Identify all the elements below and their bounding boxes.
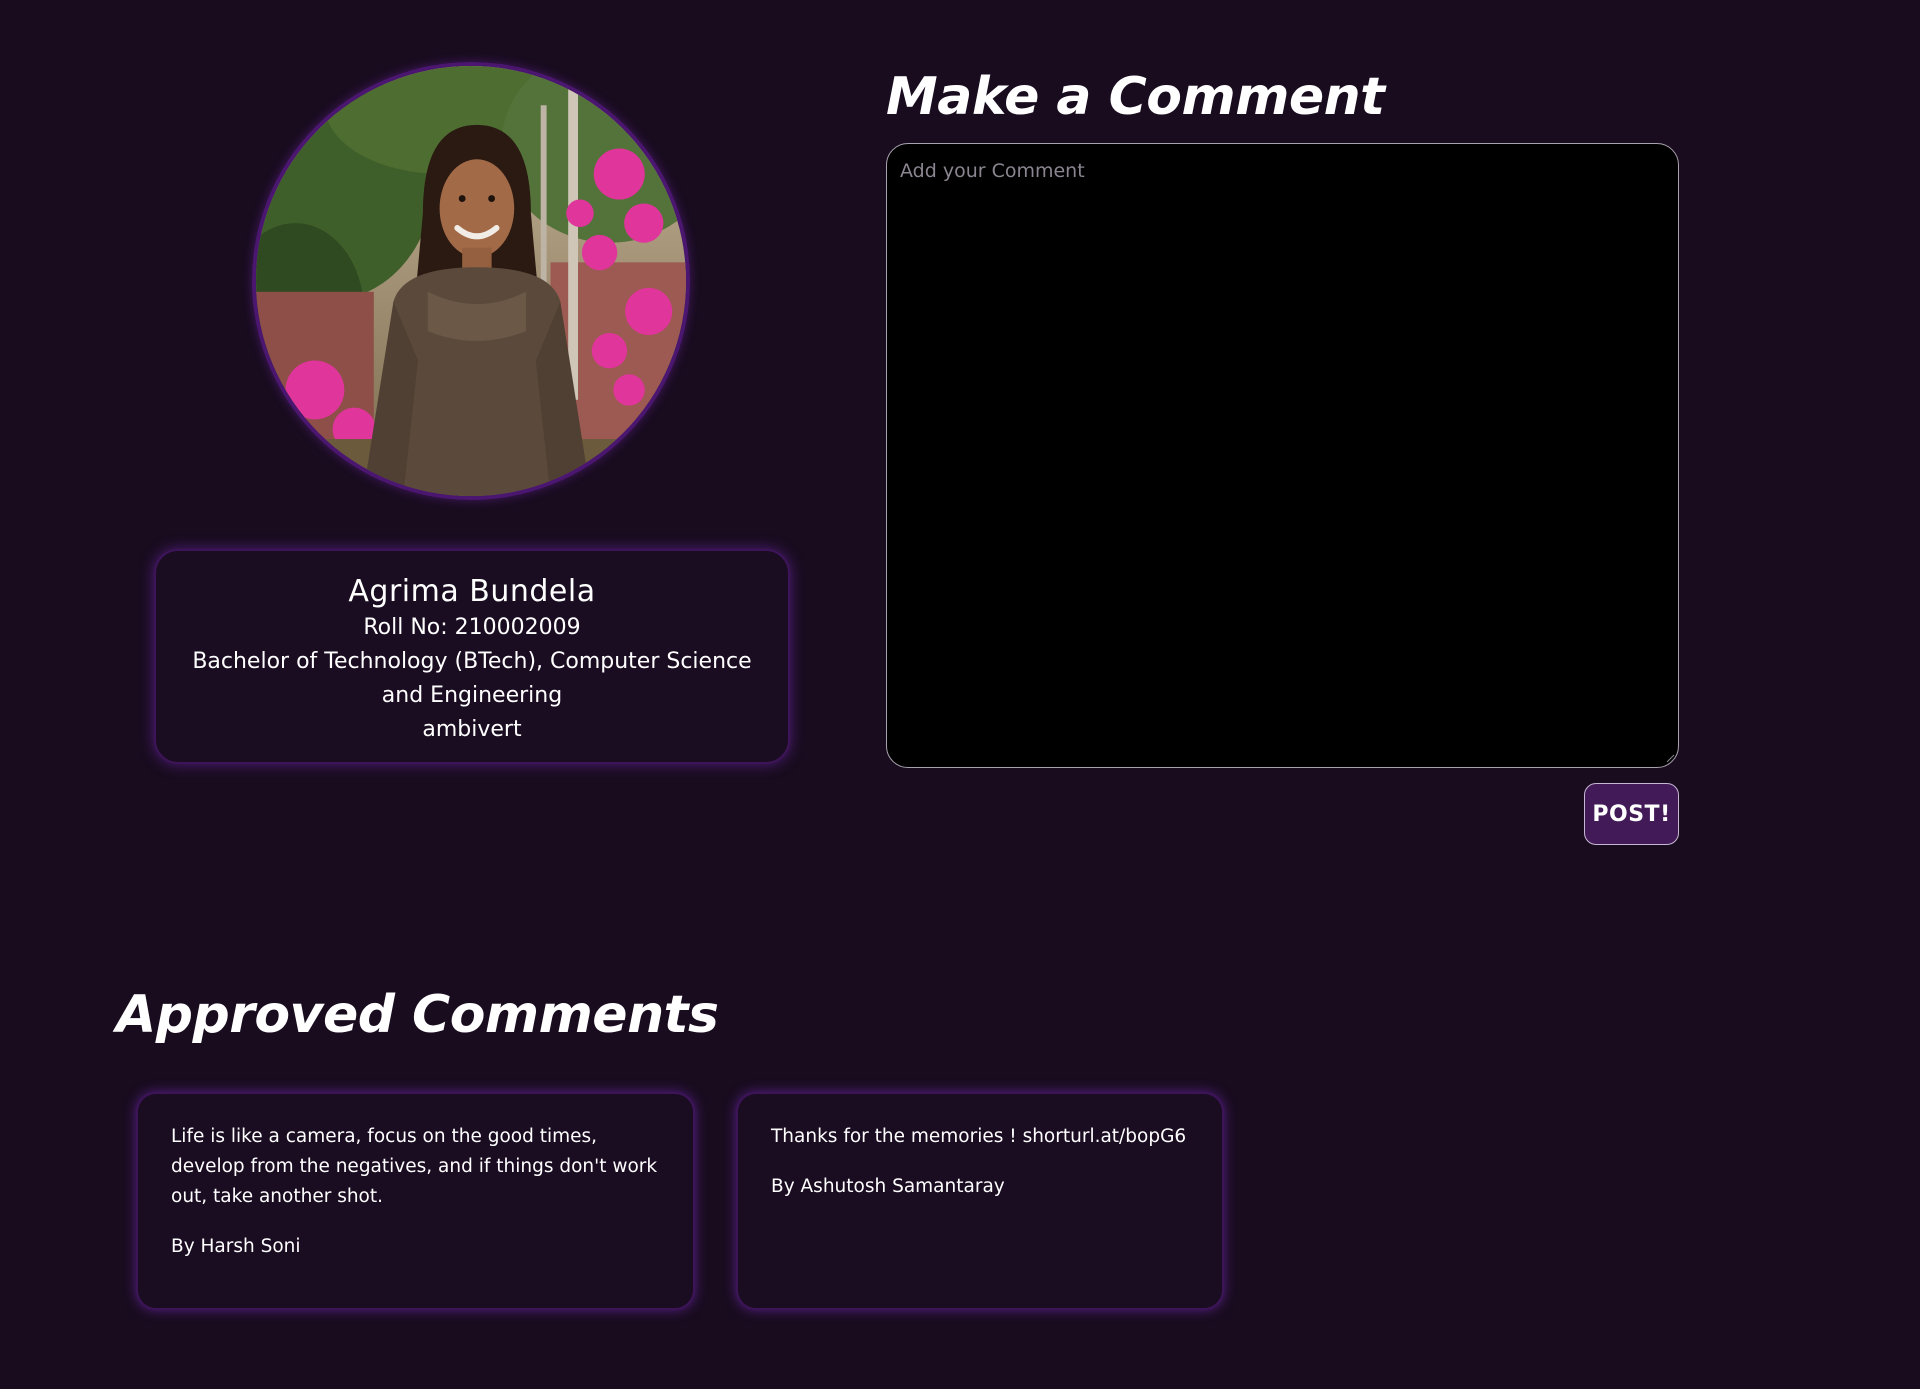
approved-comment-card: Life is like a camera, focus on the good… xyxy=(136,1092,695,1310)
person-portrait-icon xyxy=(256,66,686,496)
make-comment-title: Make a Comment xyxy=(886,67,1385,127)
comment-text: Life is like a camera, focus on the good… xyxy=(171,1126,658,1207)
comment-text: Thanks for the memories ! shorturl.at/bo… xyxy=(771,1126,1187,1147)
comment-author: By Ashutosh Samantaray xyxy=(771,1176,1005,1197)
profile-degree: Bachelor of Technology (BTech), Computer… xyxy=(192,649,752,708)
profile-name: Agrima Bundela xyxy=(348,574,596,609)
page: Agrima Bundela Roll No: 210002009 Bachel… xyxy=(0,0,1920,1389)
approved-comment-card: Thanks for the memories ! shorturl.at/bo… xyxy=(736,1092,1224,1310)
profile-roll: Roll No: 210002009 xyxy=(363,615,581,640)
post-button[interactable]: POST! xyxy=(1584,783,1679,845)
profile-card: Agrima Bundela Roll No: 210002009 Bachel… xyxy=(154,549,790,764)
comment-author: By Harsh Soni xyxy=(171,1236,301,1257)
approved-comments-title: Approved Comments xyxy=(116,985,719,1045)
resize-handle-icon[interactable] xyxy=(1666,754,1675,763)
profile-trait: ambivert xyxy=(422,717,522,742)
comment-input[interactable] xyxy=(886,143,1679,768)
profile-photo xyxy=(252,62,690,500)
